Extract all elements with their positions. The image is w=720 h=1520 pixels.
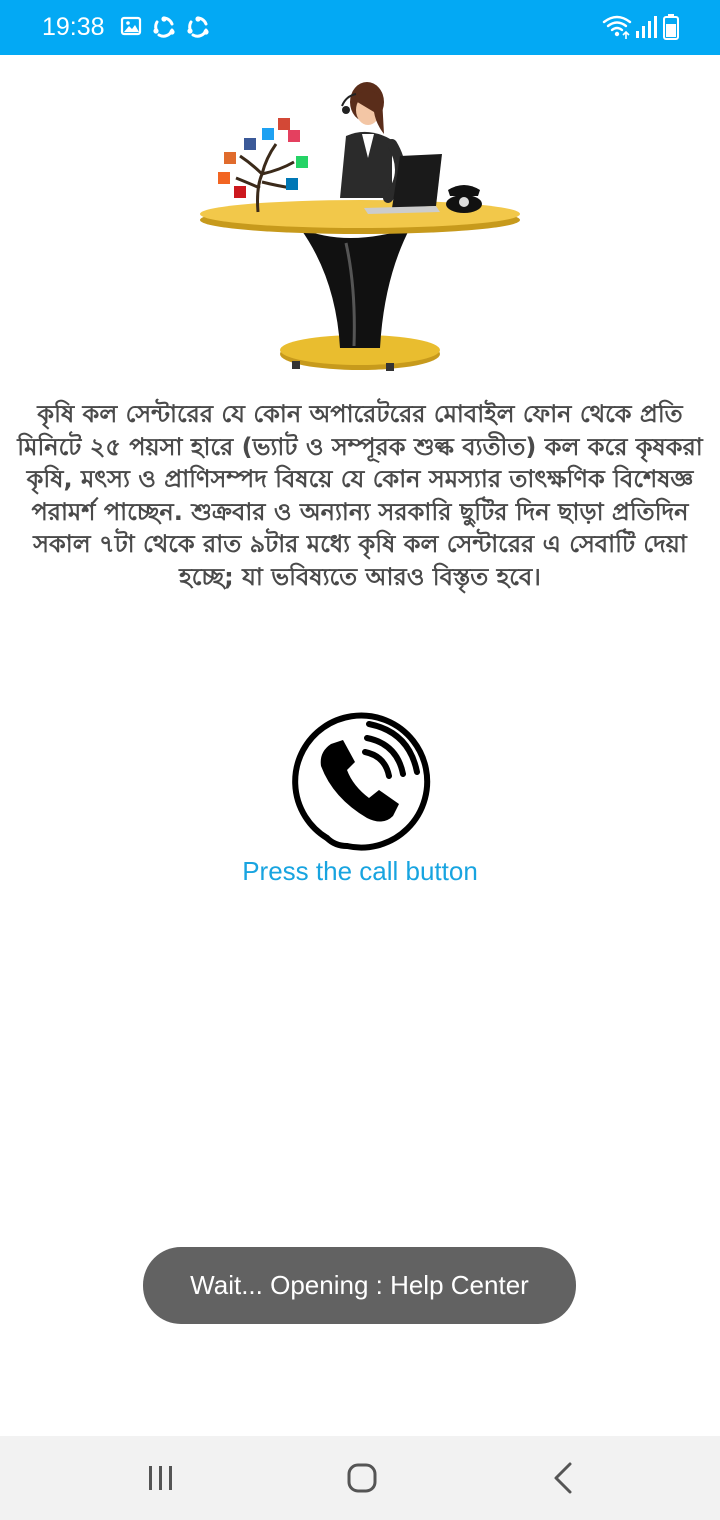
wifi-icon: [602, 15, 632, 39]
call-caption: Press the call button: [242, 856, 478, 886]
toast-message: Wait... Opening : Help Center: [143, 1247, 576, 1324]
sync-icon: [153, 16, 175, 38]
phone-call-icon: [292, 712, 431, 851]
sync-icon: [187, 16, 209, 38]
call-button[interactable]: [287, 708, 433, 854]
status-bar: 19:38: [0, 0, 720, 55]
service-description: কৃষি কল সেন্টারের যে কোন অপারেটরের মোবাই…: [17, 400, 703, 591]
back-icon[interactable]: [540, 1454, 588, 1502]
gallery-icon: [120, 16, 142, 36]
signal-icon: [636, 16, 657, 38]
call-center-agent-illustration: [200, 82, 520, 371]
app-screen: 19:38 কৃষি কল সেন্টারের যে কোন অপারেটরের…: [0, 0, 720, 1520]
status-time: 19:38: [42, 13, 105, 41]
battery-icon: [663, 14, 679, 40]
navigation-bar: [0, 1436, 720, 1520]
recent-apps-icon[interactable]: [137, 1454, 185, 1502]
home-icon[interactable]: [338, 1454, 386, 1502]
